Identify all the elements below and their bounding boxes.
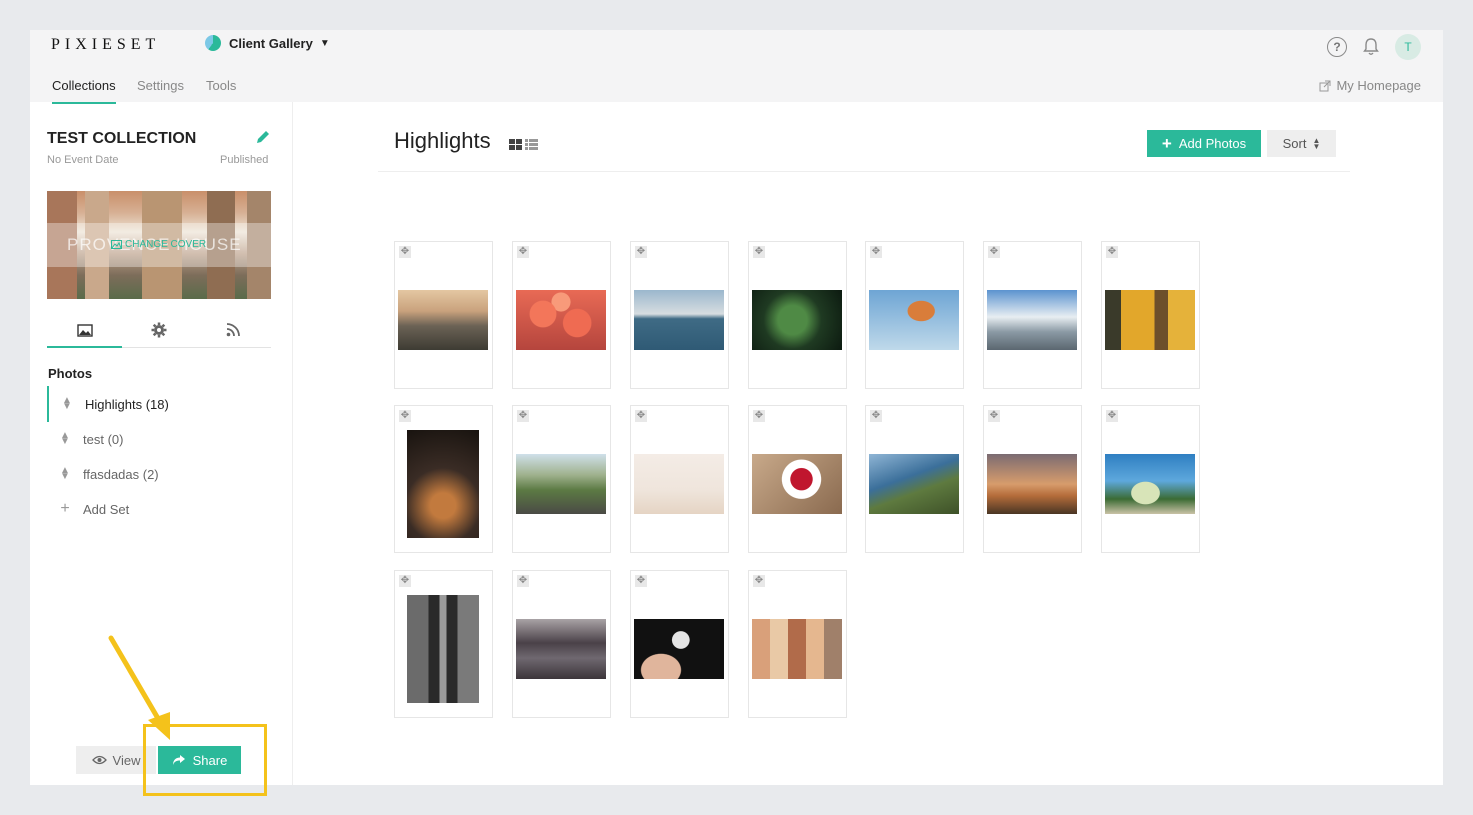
callout-arrow-icon [108, 635, 170, 740]
